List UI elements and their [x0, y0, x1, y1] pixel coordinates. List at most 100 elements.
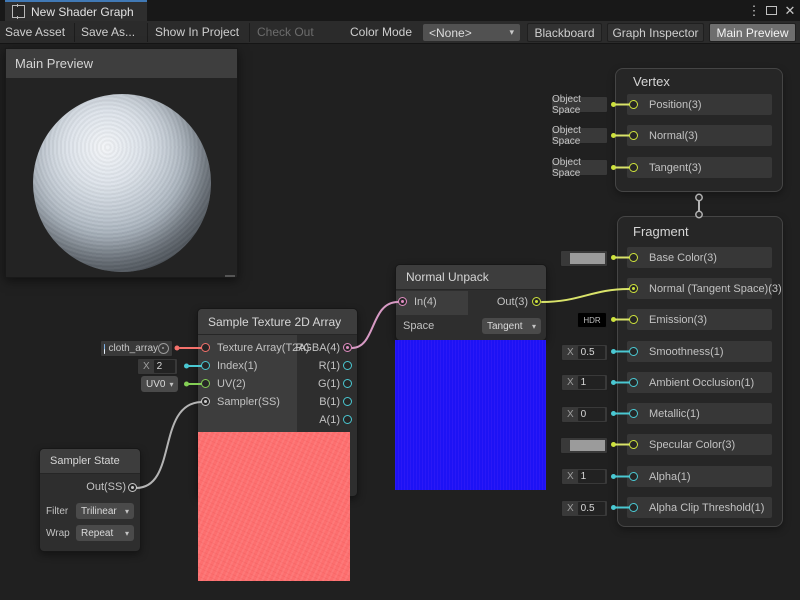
emission-port[interactable] [629, 315, 638, 324]
tab-new-shader-graph[interactable]: New Shader Graph [5, 0, 147, 21]
position-space-dropdown[interactable]: Object Space [551, 96, 608, 113]
node-title-bar[interactable]: Sampler State [40, 449, 140, 474]
wire-rgba-to-in[interactable] [352, 302, 398, 348]
main-preview-panel[interactable]: Main Preview [5, 48, 238, 278]
toolbar-separator [147, 23, 148, 42]
alpha-field[interactable]: X1 [561, 468, 608, 485]
index-value[interactable]: 2 [154, 360, 175, 373]
space-dropdown[interactable]: Tangent [482, 318, 541, 334]
save-asset-button[interactable]: Save Asset [5, 21, 65, 44]
tangent-port[interactable] [629, 163, 638, 172]
vertex-row-position[interactable]: Position(3) [627, 94, 772, 115]
save-as-button[interactable]: Save As... [81, 21, 135, 44]
tangent-space-dropdown[interactable]: Object Space [551, 159, 608, 176]
b-port[interactable] [343, 397, 352, 406]
show-in-project-button[interactable]: Show In Project [155, 21, 239, 44]
alpha-value[interactable]: 1 [578, 470, 605, 483]
binding-dot [611, 411, 616, 416]
alpha-clip-threshold-field[interactable]: X0.5 [561, 500, 608, 517]
specular-color-swatch[interactable] [560, 437, 608, 454]
metallic-field[interactable]: X0 [561, 406, 608, 423]
space-binding-label: Object Space [552, 157, 607, 179]
out-label: Out(3) [460, 296, 528, 308]
fragment-row-emission[interactable]: Emission(3) [627, 309, 772, 330]
wire-samplerstate-to-sampler[interactable] [136, 402, 201, 488]
fragment-row-alpha[interactable]: Alpha(1) [627, 466, 772, 487]
smoothness-port[interactable] [629, 347, 638, 356]
tab-title: New Shader Graph [31, 5, 134, 19]
metallic-port[interactable] [629, 409, 638, 418]
in-port[interactable] [398, 297, 407, 306]
rgba-port[interactable] [343, 343, 352, 352]
base-color-swatch[interactable] [560, 250, 608, 267]
sampler-port[interactable] [201, 397, 210, 406]
position-port[interactable] [629, 100, 638, 109]
object-picker-icon[interactable] [158, 343, 169, 354]
color-mode-dropdown[interactable]: <None> [423, 24, 520, 41]
in-label: In(4) [414, 296, 437, 308]
fragment-row-alpha-clip-threshold[interactable]: Alpha Clip Threshold(1) [627, 497, 772, 518]
menu-icon[interactable]: ⋮ [747, 2, 761, 19]
index-field[interactable]: X2 [137, 358, 178, 375]
ambient-occlusion-value[interactable]: 1 [578, 376, 605, 389]
texture-array-port[interactable] [201, 343, 210, 352]
out-port[interactable] [532, 297, 541, 306]
blackboard-toggle[interactable]: Blackboard [527, 23, 602, 42]
wire-out-to-normal[interactable] [542, 289, 629, 302]
ambient-occlusion-field[interactable]: X1 [561, 374, 608, 391]
graph-inspector-toggle[interactable]: Graph Inspector [607, 23, 704, 42]
wrap-dropdown[interactable]: Repeat [76, 525, 134, 541]
vertex-row-normal[interactable]: Normal(3) [627, 125, 772, 146]
vertex-title: Vertex [633, 74, 670, 89]
ambient-occlusion-port[interactable] [629, 378, 638, 387]
maximize-icon[interactable] [766, 6, 777, 15]
r-port[interactable] [343, 361, 352, 370]
node-title: Normal Unpack [406, 270, 489, 284]
fragment-row-normal[interactable]: Normal (Tangent Space)(3) [627, 278, 772, 299]
smoothness-field[interactable]: X0.5 [561, 344, 608, 361]
normal-space-dropdown[interactable]: Object Space [551, 127, 608, 144]
row-label: Normal (Tangent Space)(3) [649, 283, 782, 295]
index-port[interactable] [201, 361, 210, 370]
check-out-button: Check Out [257, 21, 314, 44]
node-title-bar[interactable]: Sample Texture 2D Array [198, 309, 357, 335]
a-port[interactable] [343, 415, 352, 424]
main-preview-header[interactable]: Main Preview [6, 49, 237, 78]
main-preview-toggle[interactable]: Main Preview [709, 23, 796, 42]
specular-color-port[interactable] [629, 440, 638, 449]
fragment-row-base-color[interactable]: Base Color(3) [627, 247, 772, 268]
alpha-clip-threshold-port[interactable] [629, 503, 638, 512]
normal-tangent-port[interactable] [629, 284, 638, 293]
filter-dropdown[interactable]: Trilinear [76, 503, 134, 519]
metallic-value[interactable]: 0 [578, 408, 605, 421]
out-ss-port[interactable] [128, 483, 137, 492]
g-port[interactable] [343, 379, 352, 388]
node-title-bar[interactable]: Normal Unpack [396, 265, 546, 290]
alpha-port[interactable] [629, 472, 638, 481]
close-icon[interactable]: ✕ [783, 2, 797, 19]
normal-port[interactable] [629, 131, 638, 140]
x-label: X [562, 377, 578, 388]
row-label: Alpha Clip Threshold(1) [649, 502, 764, 514]
texture-array-object-field[interactable]: cloth_array [100, 340, 173, 357]
emission-hdr-swatch[interactable]: HDR [577, 312, 607, 328]
panel-resize-grip[interactable] [225, 275, 235, 277]
fragment-row-metallic[interactable]: Metallic(1) [627, 403, 772, 424]
smoothness-value[interactable]: 0.5 [578, 346, 605, 359]
title-bar: New Shader Graph ⋮ ✕ [0, 0, 800, 21]
fragment-row-ambient-occlusion[interactable]: Ambient Occlusion(1) [627, 372, 772, 393]
toolbar-separator [249, 23, 250, 42]
texture-array-icon [104, 344, 105, 354]
binding-dot [175, 346, 180, 351]
vertex-row-tangent[interactable]: Tangent(3) [627, 157, 772, 178]
uv-port[interactable] [201, 379, 210, 388]
alpha-clip-threshold-value[interactable]: 0.5 [578, 502, 605, 515]
fragment-title: Fragment [633, 224, 689, 239]
row-label: Position(3) [649, 99, 702, 111]
base-color-port[interactable] [629, 253, 638, 262]
fragment-row-smoothness[interactable]: Smoothness(1) [627, 341, 772, 362]
uv-channel-dropdown[interactable]: UV0 [141, 376, 178, 392]
input-label: Sampler(SS) [217, 396, 280, 408]
fragment-row-specular-color[interactable]: Specular Color(3) [627, 434, 772, 455]
color-value [570, 253, 605, 264]
